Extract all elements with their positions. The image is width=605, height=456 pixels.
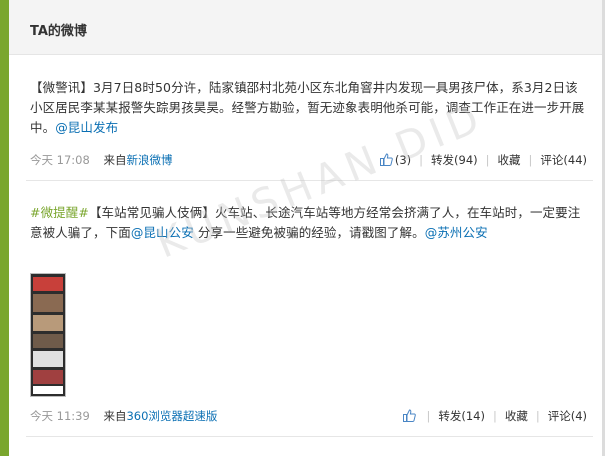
post-actions: | 转发(14) | 收藏 | 评论(4): [403, 408, 587, 424]
source-link[interactable]: 360浏览器超速版: [126, 409, 217, 423]
thumb-panel: [33, 315, 63, 331]
like-count: (3): [394, 153, 412, 167]
post-meta: 今天 11:39 来自360浏览器超速版: [30, 408, 217, 424]
post-source: 来自新浪微博: [103, 153, 172, 167]
post-text: 【微警讯】3月7日8时50分许，陆家镇邵村北苑小区东北角窨井内发现一具男孩尸体，…: [30, 78, 590, 138]
action-separator: |: [419, 153, 424, 167]
post-body-cont: 分享一些避免被骗的经验，请戳图了解。: [193, 225, 425, 240]
like-button[interactable]: (3): [379, 153, 412, 167]
favorite-button[interactable]: 收藏: [505, 408, 528, 424]
forward-button[interactable]: 转发(94): [431, 152, 478, 168]
topic-link[interactable]: #微提醒#: [30, 205, 89, 220]
post-meta: 今天 17:08 来自新浪微博: [30, 152, 172, 168]
post-divider: [26, 180, 593, 181]
action-separator: |: [528, 153, 533, 167]
thumb-panel: [33, 386, 63, 394]
source-link[interactable]: 新浪微博: [126, 153, 172, 167]
post-divider: [26, 436, 593, 437]
post-image-thumbnail[interactable]: [30, 273, 66, 397]
action-separator: |: [426, 409, 431, 423]
panel-header: TA的微博: [9, 0, 602, 55]
like-button[interactable]: [403, 409, 418, 423]
post-time[interactable]: 今天 17:08: [30, 153, 90, 167]
action-separator: |: [535, 409, 540, 423]
post-actions: (3) | 转发(94) | 收藏 | 评论(44): [379, 152, 587, 168]
comment-button[interactable]: 评论(44): [540, 152, 587, 168]
thumb-up-icon: [403, 409, 417, 422]
mention-link[interactable]: @昆山发布: [55, 120, 118, 135]
panel-title: TA的微博: [30, 24, 87, 39]
source-prefix: 来自: [103, 409, 127, 423]
thumb-panel: [33, 277, 63, 291]
thumb-panel: [33, 294, 63, 312]
mention-link[interactable]: @苏州公安: [425, 225, 488, 240]
thumb-panel: [33, 334, 63, 348]
mention-link[interactable]: @昆山公安: [131, 225, 194, 240]
source-prefix: 来自: [103, 153, 127, 167]
thumb-panel: [33, 351, 63, 367]
favorite-button[interactable]: 收藏: [498, 152, 521, 168]
comment-button[interactable]: 评论(4): [548, 408, 587, 424]
action-separator: |: [492, 409, 497, 423]
thumb-panel: [33, 370, 63, 384]
post-text: #微提醒#【车站常见骗人伎俩】火车站、长途汽车站等地方经常会挤满了人，在车站时，…: [30, 203, 590, 243]
forward-button[interactable]: 转发(14): [438, 408, 485, 424]
thumb-up-icon: [379, 153, 393, 166]
post-source: 来自360浏览器超速版: [103, 409, 217, 423]
action-separator: |: [485, 153, 490, 167]
left-accent-bar: [0, 0, 9, 456]
post-time[interactable]: 今天 11:39: [30, 409, 90, 423]
